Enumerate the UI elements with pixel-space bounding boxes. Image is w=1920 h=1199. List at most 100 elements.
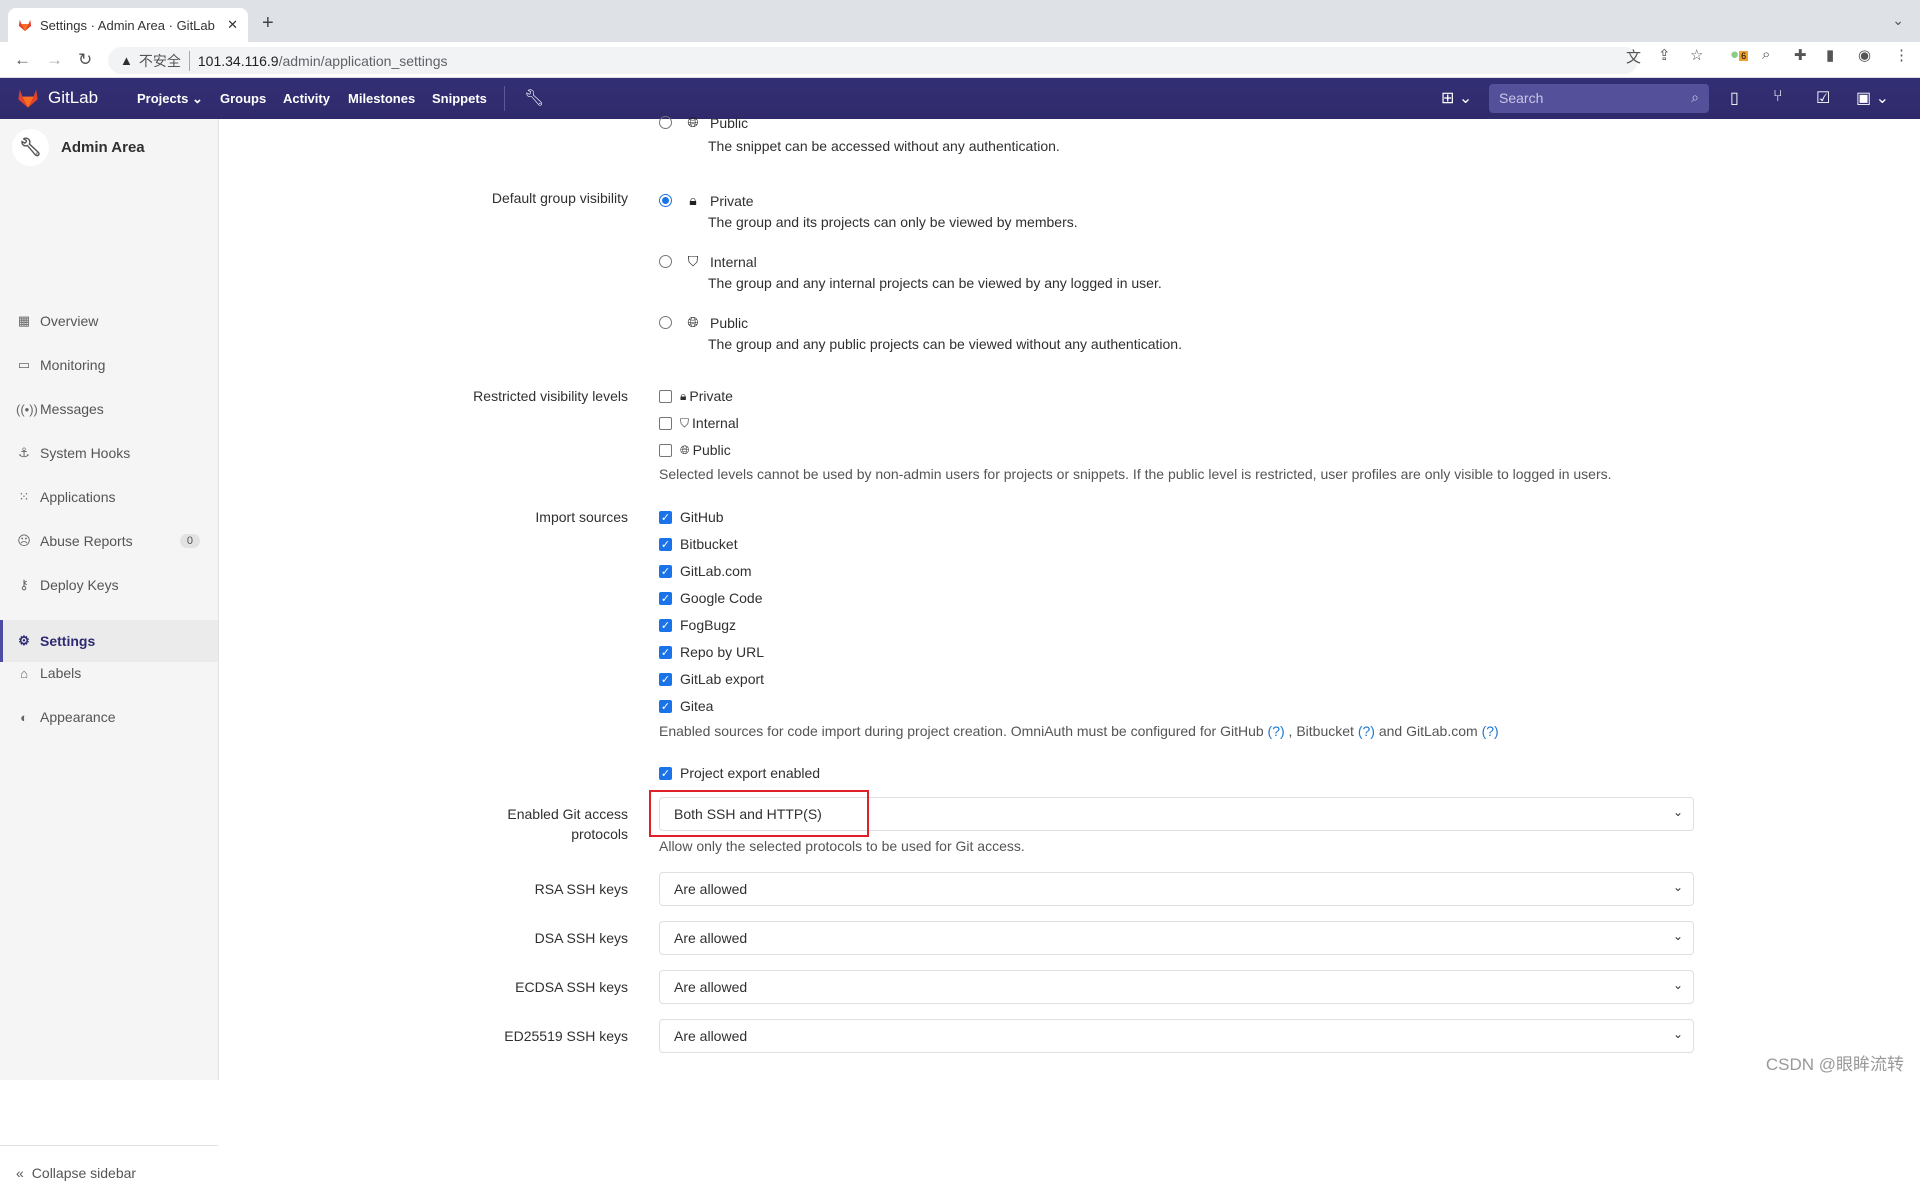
nav-activity[interactable]: Activity	[283, 91, 330, 106]
checkbox[interactable]: ✓	[659, 645, 672, 659]
ssh-key-select[interactable]: Are allowed ⌄	[659, 921, 1694, 955]
address-bar-row: ← → ↻ ▲ 不安全 101.34.116.9/admin/applicati…	[0, 42, 1920, 78]
sidebar-item-label: Applications	[40, 489, 116, 505]
checkbox[interactable]: ✓	[659, 591, 672, 605]
apps-icon: ⁙	[18, 489, 30, 504]
ssh-key-select[interactable]: Are allowed ⌄	[659, 1019, 1694, 1053]
side-panel-icon[interactable]: ▮	[1826, 46, 1834, 64]
reload-icon[interactable]: ↻	[78, 50, 92, 70]
ssh-key-select[interactable]: Are allowed ⌄	[659, 970, 1694, 1004]
checkbox[interactable]: ✓	[659, 699, 672, 713]
sidebar-context-header[interactable]: 🔧︎ Admin Area	[12, 129, 145, 166]
sidebar-item-abuse-reports[interactable]: ☹ Abuse Reports 0	[0, 520, 218, 562]
radio[interactable]	[659, 194, 672, 207]
import-source-fogbugz[interactable]: ✓ FogBugz	[659, 617, 736, 633]
back-icon[interactable]: ←	[14, 50, 31, 70]
search-input[interactable]: Search ⌕	[1489, 84, 1709, 113]
tab-search-chevron-icon[interactable]: ⌄	[1892, 12, 1904, 29]
group-visibility-private[interactable]: 🔒︎ Private	[659, 192, 754, 209]
profile-icon[interactable]: ◉	[1858, 46, 1871, 64]
new-plus-icon[interactable]: ⊞ ⌄	[1441, 88, 1472, 108]
bookmark-star-icon[interactable]: ☆	[1690, 46, 1703, 64]
translate-icon[interactable]: ⽂	[1626, 46, 1641, 67]
import-source-bitbucket[interactable]: ✓ Bitbucket	[659, 536, 738, 552]
extension-icon[interactable]: ● 6	[1730, 46, 1749, 63]
git-access-label: Enabled Git access protocols	[507, 804, 628, 844]
radio[interactable]	[659, 255, 672, 268]
share-icon[interactable]: ⇪	[1658, 46, 1671, 64]
admin-wrench-icon[interactable]: 🔧︎	[524, 88, 544, 108]
nav-groups[interactable]: Groups	[220, 91, 266, 106]
merge-requests-icon[interactable]: ⑂	[1773, 88, 1783, 106]
sidebar-item-settings[interactable]: ⚙ Settings	[0, 620, 218, 662]
nav-milestones[interactable]: Milestones	[348, 91, 415, 106]
group-visibility-public[interactable]: 🌐︎ Public	[659, 314, 748, 331]
collapse-label: Collapse sidebar	[31, 1164, 137, 1181]
checkbox[interactable]: ✓	[659, 510, 672, 524]
new-tab-button[interactable]: +	[262, 12, 274, 35]
option-desc: The group and any public projects can be…	[708, 336, 1182, 352]
restricted-public[interactable]: 🌐︎ Public	[659, 442, 731, 458]
todos-icon[interactable]: ☑	[1816, 88, 1830, 108]
extension-search-icon[interactable]: ⌕	[1762, 46, 1770, 63]
radio[interactable]	[659, 316, 672, 329]
checkbox[interactable]	[659, 443, 672, 457]
url-path: /admin/application_settings	[278, 52, 448, 69]
nav-projects[interactable]: Projects ⌄	[137, 91, 203, 107]
help-text: Enabled sources for code import during p…	[659, 723, 1264, 739]
sidebar-item-label: Appearance	[40, 709, 116, 725]
sidebar-item-applications[interactable]: ⁙ Applications	[0, 476, 218, 518]
gitlab-logo[interactable]: GitLab	[16, 87, 98, 109]
issues-icon[interactable]: ▯	[1730, 88, 1739, 108]
snippet-visibility-public[interactable]: 🌐︎ Public	[659, 114, 748, 131]
monitor-icon: ▭	[17, 357, 31, 372]
checkbox[interactable]: ✓	[659, 766, 672, 780]
option-label: Gitea	[680, 698, 714, 714]
sidebar-item-messages[interactable]: ((•)) Messages	[0, 388, 218, 430]
forward-icon[interactable]: →	[46, 50, 63, 70]
ssh-key-select[interactable]: Are allowed ⌄	[659, 872, 1694, 906]
bitbucket-help-link[interactable]: (?)	[1358, 723, 1375, 739]
radio[interactable]	[659, 116, 672, 129]
checkbox[interactable]	[659, 389, 672, 403]
checkbox[interactable]: ✓	[659, 672, 672, 686]
browser-tab[interactable]: Settings · Admin Area · GitLab ✕	[8, 8, 248, 42]
checkbox[interactable]: ✓	[659, 618, 672, 632]
sidebar-item-appearance[interactable]: ◐ Appearance	[0, 696, 218, 738]
option-desc: The group and its projects can only be v…	[708, 214, 1078, 230]
chevron-down-icon: ⌄	[1672, 1027, 1683, 1041]
sidebar-item-monitoring[interactable]: ▭ Monitoring	[0, 344, 218, 386]
checkbox[interactable]	[659, 416, 672, 430]
close-tab-icon[interactable]: ✕	[227, 17, 238, 33]
project-export-checkbox[interactable]: ✓ Project export enabled	[659, 765, 820, 781]
browser-menu-icon[interactable]: ⋮	[1894, 46, 1909, 64]
extensions-puzzle-icon[interactable]: ✚	[1794, 46, 1807, 64]
restricted-private[interactable]: 🔒︎ Private	[659, 388, 733, 404]
sidebar-item-overview[interactable]: ▦ Overview	[0, 300, 218, 342]
github-help-link[interactable]: (?)	[1268, 723, 1285, 739]
import-source-repo-by-url[interactable]: ✓ Repo by URL	[659, 644, 764, 660]
sidebar-item-system-hooks[interactable]: ⚓︎ System Hooks	[0, 432, 218, 474]
checkbox[interactable]: ✓	[659, 564, 672, 578]
overview-icon: ▦	[17, 313, 31, 328]
search-placeholder: Search	[1499, 90, 1544, 106]
group-visibility-internal[interactable]: ⛉ Internal	[659, 253, 757, 270]
url-input[interactable]: ▲ 不安全 101.34.116.9/admin/application_set…	[108, 47, 1638, 74]
import-source-gitea[interactable]: ✓ Gitea	[659, 698, 713, 714]
label-line: protocols	[571, 826, 628, 842]
collapse-sidebar-button[interactable]: « Collapse sidebar	[0, 1145, 218, 1199]
import-source-gitlab-export[interactable]: ✓ GitLab export	[659, 671, 764, 687]
import-source-github[interactable]: ✓ GitHub	[659, 509, 724, 525]
option-label: Internal	[710, 253, 757, 270]
option-label: Public	[692, 442, 731, 458]
gitlab-navbar: GitLab Projects ⌄ Groups Activity Milest…	[0, 78, 1920, 119]
nav-snippets[interactable]: Snippets	[432, 91, 487, 106]
user-avatar-menu[interactable]: ▣ ⌄	[1856, 88, 1889, 108]
gitlab-com-help-link[interactable]: (?)	[1482, 723, 1499, 739]
option-label: Internal	[692, 415, 739, 431]
checkbox[interactable]: ✓	[659, 537, 672, 551]
sidebar-item-deploy-keys[interactable]: ⚷ Deploy Keys	[0, 564, 218, 606]
import-source-google-code[interactable]: ✓ Google Code	[659, 590, 763, 606]
import-source-gitlab-com[interactable]: ✓ GitLab.com	[659, 563, 752, 579]
restricted-internal[interactable]: ⛉ Internal	[659, 415, 739, 431]
